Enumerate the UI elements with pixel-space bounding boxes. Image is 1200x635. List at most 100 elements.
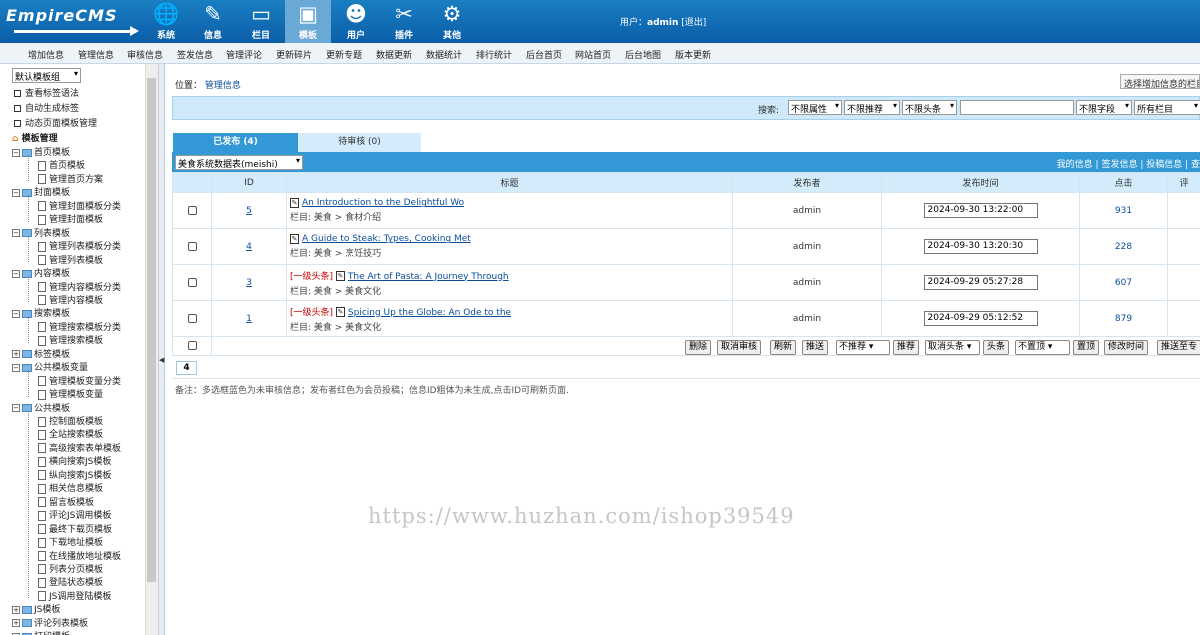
- tree-item[interactable]: 管理封面模板分类: [38, 199, 121, 212]
- row-checkbox[interactable]: [187, 313, 197, 323]
- tab-pending[interactable]: 待审核 (0): [298, 133, 421, 152]
- tree-folder[interactable]: − 搜索模板: [12, 306, 70, 319]
- tree-item[interactable]: 管理列表模板分类: [38, 239, 121, 252]
- row-checkbox[interactable]: [187, 277, 197, 287]
- subnav-rank-stats[interactable]: 排行统计: [476, 48, 512, 61]
- col-header-comments[interactable]: 评: [1167, 172, 1200, 193]
- subnav-version-update[interactable]: 版本更新: [675, 48, 711, 61]
- collapse-icon[interactable]: −: [12, 269, 20, 278]
- nav-column[interactable]: ▭ 栏目: [238, 0, 284, 43]
- tree-item[interactable]: 登陆状态模板: [38, 575, 103, 588]
- template-group-select[interactable]: 默认模板组 ▾: [12, 68, 81, 83]
- subnav-update-fragments[interactable]: 更新碎片: [276, 48, 312, 61]
- subnav-add-info[interactable]: 增加信息: [28, 48, 64, 61]
- nav-info[interactable]: ✎ 信息: [190, 0, 236, 43]
- edit-doc-icon[interactable]: ✎: [335, 307, 345, 317]
- search-input[interactable]: [960, 100, 1074, 115]
- recommend-button[interactable]: 推荐: [893, 340, 920, 355]
- field-filter-select[interactable]: 不限字段 ▾: [1076, 100, 1132, 115]
- tree-item[interactable]: 横向搜索JS模板: [38, 454, 111, 467]
- sidebar-splitter[interactable]: ◀: [158, 64, 165, 635]
- edit-doc-icon[interactable]: ✎: [290, 233, 299, 244]
- select-all-checkbox[interactable]: [187, 341, 197, 350]
- collapse-icon[interactable]: −: [12, 188, 20, 197]
- subnav-update-topics[interactable]: 更新专题: [326, 48, 362, 61]
- tree-folder[interactable]: + 评论列表模板: [12, 616, 88, 629]
- nav-system[interactable]: 🌐 系统: [143, 0, 189, 43]
- row-id-link[interactable]: 4: [246, 242, 252, 252]
- expand-icon[interactable]: +: [12, 619, 20, 628]
- subnav-manage-comments[interactable]: 管理评论: [226, 48, 262, 61]
- row-title-link[interactable]: A Guide to Steak: Types, Cooking Met: [302, 234, 471, 244]
- sign-info-link[interactable]: 签发信息: [1101, 160, 1137, 170]
- col-header-title[interactable]: 标题: [286, 172, 733, 193]
- sidebar-scroll-thumb[interactable]: [147, 78, 156, 582]
- nav-plugin[interactable]: ✂ 插件: [381, 0, 427, 43]
- tree-item[interactable]: 留言板模板: [38, 495, 94, 508]
- subnav-sign-info[interactable]: 签发信息: [177, 48, 213, 61]
- logout-link[interactable]: [退出]: [681, 18, 706, 28]
- row-time-input[interactable]: 2024-09-29 05:27:28: [923, 275, 1038, 290]
- nav-template[interactable]: ▣ 模板: [285, 0, 331, 43]
- row-time-input[interactable]: 2024-09-30 13:22:00: [923, 203, 1038, 218]
- collapse-icon[interactable]: −: [12, 404, 20, 413]
- tree-item[interactable]: 管理模板变量分类: [38, 374, 121, 387]
- top-button[interactable]: 置顶: [1073, 340, 1100, 355]
- tree-folder[interactable]: + JS模板: [12, 602, 60, 615]
- cancel-audit-button[interactable]: 取消审核: [717, 340, 762, 355]
- row-checkbox[interactable]: [187, 205, 197, 215]
- tree-folder[interactable]: +打印模板: [12, 629, 70, 635]
- tree-folder[interactable]: − 公共模板: [12, 401, 70, 414]
- refresh-button[interactable]: 刷新: [770, 340, 797, 355]
- tree-item[interactable]: 全站搜索模板: [38, 427, 103, 440]
- tree-folder[interactable]: − 内容模板: [12, 266, 70, 279]
- row-title-link[interactable]: An Introduction to the Delightful Wo: [302, 198, 464, 208]
- tree-item[interactable]: 控制面板模板: [38, 414, 103, 427]
- attr-filter-select[interactable]: 不限属性 ▾: [788, 100, 842, 115]
- subnav-site-home[interactable]: 网站首页: [575, 48, 611, 61]
- col-header-clicks[interactable]: 点击: [1079, 172, 1168, 193]
- nav-user[interactable]: ☻ 用户: [333, 0, 379, 43]
- tree-item[interactable]: 评论JS调用模板: [38, 508, 111, 521]
- tree-item[interactable]: 管理搜索模板: [38, 333, 103, 346]
- sidebar-quick-link[interactable]: 自动生成标签: [14, 101, 79, 114]
- tree-item[interactable]: JS调用登陆模板: [38, 589, 111, 602]
- tree-item[interactable]: 管理首页方案: [38, 172, 103, 185]
- tree-item[interactable]: 管理列表模板: [38, 253, 103, 266]
- recommend-select[interactable]: 不推荐 ▾: [836, 340, 890, 355]
- collapse-icon[interactable]: −: [12, 148, 20, 157]
- empirecms-logo[interactable]: EmpireCMS: [6, 6, 139, 38]
- sidebar-quick-link[interactable]: 动态页面模板管理: [14, 116, 97, 129]
- row-id-link[interactable]: 3: [246, 278, 252, 288]
- push-to-topic-button[interactable]: 推送至专: [1157, 340, 1200, 355]
- tree-item[interactable]: 在线播放地址模板: [38, 549, 121, 562]
- edit-doc-icon[interactable]: ✎: [335, 271, 345, 281]
- tree-folder[interactable]: + 标签模板: [12, 347, 70, 360]
- nav-other[interactable]: ⚙ 其他: [429, 0, 475, 43]
- collapse-icon[interactable]: −: [12, 309, 20, 318]
- table-select[interactable]: 美食系统数据表(meishi) ▾: [175, 155, 303, 170]
- select-column-button[interactable]: 选择增加信息的栏目: [1120, 74, 1200, 89]
- tree-item[interactable]: 管理搜索模板分类: [38, 320, 121, 333]
- tree-folder[interactable]: − 列表模板: [12, 226, 70, 239]
- subnav-data-stats[interactable]: 数据统计: [426, 48, 462, 61]
- col-header-time[interactable]: 发布时间: [881, 172, 1080, 193]
- row-id-link[interactable]: 5: [246, 206, 252, 216]
- headline-select[interactable]: 取消头条 ▾: [925, 340, 980, 355]
- expand-icon[interactable]: +: [12, 605, 20, 614]
- tree-item[interactable]: 管理内容模板分类: [38, 280, 121, 293]
- expand-icon[interactable]: +: [12, 350, 20, 359]
- tree-item[interactable]: 相关信息模板: [38, 481, 103, 494]
- col-header-id[interactable]: ID: [211, 172, 287, 193]
- row-time-input[interactable]: 2024-09-29 05:12:52: [923, 311, 1038, 326]
- contrib-info-link[interactable]: 投稿信息: [1146, 160, 1182, 170]
- tree-folder[interactable]: − 首页模板: [12, 145, 70, 158]
- row-title-link[interactable]: Spicing Up the Globe: An Ode to the: [348, 308, 511, 318]
- tree-item[interactable]: 下载地址模板: [38, 535, 103, 548]
- row-checkbox[interactable]: [187, 241, 197, 251]
- subnav-audit-info[interactable]: 审核信息: [127, 48, 163, 61]
- tree-item[interactable]: 首页模板: [38, 158, 85, 171]
- tree-item[interactable]: 管理内容模板: [38, 293, 103, 306]
- tree-item[interactable]: 最终下载页模板: [38, 522, 112, 535]
- tree-item[interactable]: 管理模板变量: [38, 387, 103, 400]
